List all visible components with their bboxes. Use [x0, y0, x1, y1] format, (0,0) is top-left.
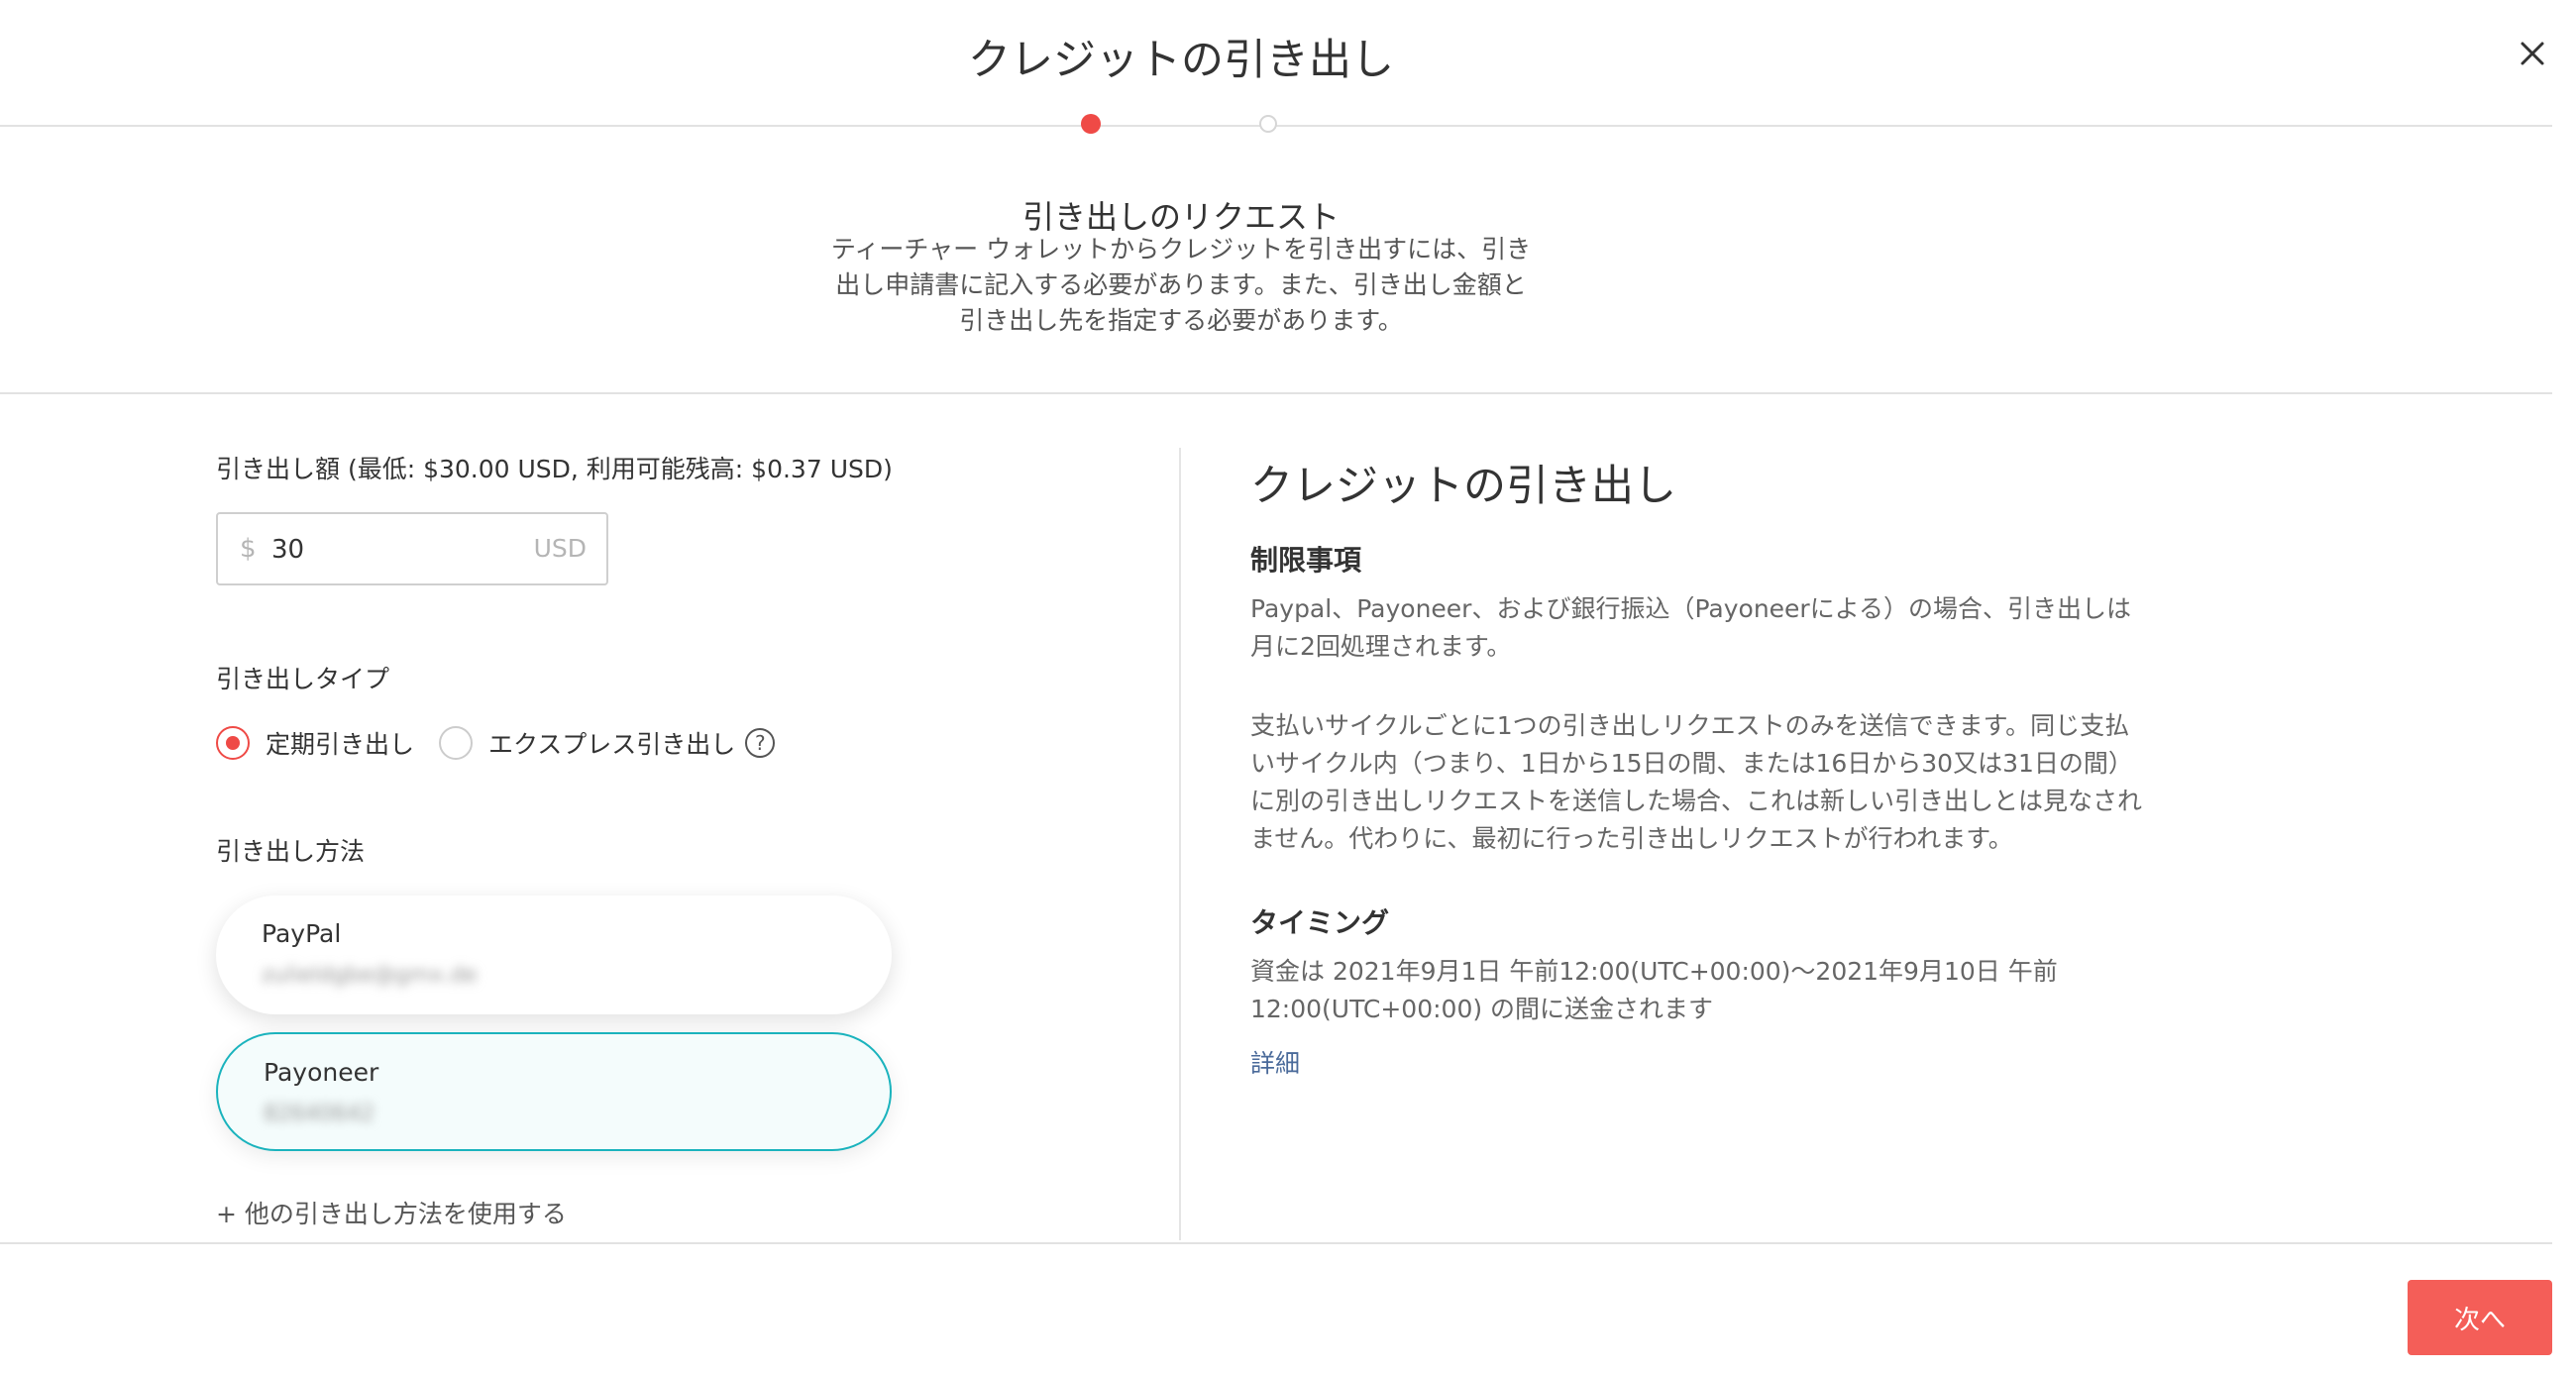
- radio-label: 定期引き出し: [266, 730, 415, 759]
- dialog-title: クレジットの引き出し: [968, 36, 1394, 85]
- radio-unchecked-icon[interactable]: [439, 726, 473, 760]
- withdrawal-method-label: 引き出し方法: [216, 837, 366, 866]
- method-account: zulieldgbe@gmx.de: [262, 963, 478, 988]
- restrictions-text-1: Paypal、Payoneer、および銀行振込（Payoneerによる）の場合、…: [1250, 594, 2131, 661]
- method-name: Payoneer: [264, 1058, 379, 1087]
- help-icon[interactable]: ?: [745, 728, 776, 758]
- step-dot-inactive: [1259, 115, 1277, 133]
- radio-label: エクスプレス引き出し: [488, 730, 736, 759]
- close-icon[interactable]: [2513, 34, 2552, 73]
- restrictions-heading: 制限事項: [1250, 544, 1362, 577]
- radio-express-withdrawal[interactable]: エクスプレス引き出し ?: [439, 721, 776, 765]
- next-button[interactable]: 次へ: [2408, 1280, 2552, 1355]
- restrictions-text-2: 支払いサイクルごとに1つの引き出しリクエストのみを送信できます。同じ支払いサイク…: [1250, 711, 2143, 853]
- step-dot-active: [1081, 114, 1101, 134]
- method-card-payoneer[interactable]: Payoneer 82640642: [216, 1032, 892, 1151]
- footer-divider: [0, 1242, 2552, 1244]
- method-card-paypal[interactable]: PayPal zulieldgbe@gmx.de: [216, 896, 892, 1014]
- amount-field[interactable]: $ USD: [216, 512, 608, 585]
- section-divider: [0, 392, 2552, 394]
- timing-heading: タイミング: [1250, 906, 1390, 939]
- request-description: ティーチャー ウォレットからクレジットを引き出すには、引き出し申請書に記入する必…: [830, 235, 1532, 335]
- amount-unit: USD: [533, 534, 587, 563]
- other-method-link[interactable]: + 他の引き出し方法を使用する: [216, 1195, 567, 1230]
- radio-regular-withdrawal[interactable]: 定期引き出し: [216, 721, 414, 765]
- details-link[interactable]: 詳細: [1250, 1044, 1300, 1080]
- dollar-prefix: $: [240, 534, 257, 564]
- info-title: クレジットの引き出し: [1250, 462, 1676, 511]
- column-divider: [1179, 448, 1181, 1240]
- amount-input[interactable]: [271, 526, 509, 574]
- method-name: PayPal: [262, 919, 342, 948]
- timing-text: 資金は 2021年9月1日 午前12:00(UTC+00:00)～2021年9月…: [1250, 957, 2058, 1023]
- method-account: 82640642: [264, 1102, 375, 1126]
- amount-label: 引き出し額 (最低: $30.00 USD, 利用可能残高: $0.37 USD…: [216, 455, 893, 483]
- withdrawal-type-label: 引き出しタイプ: [216, 665, 390, 693]
- radio-checked-icon[interactable]: [216, 726, 250, 760]
